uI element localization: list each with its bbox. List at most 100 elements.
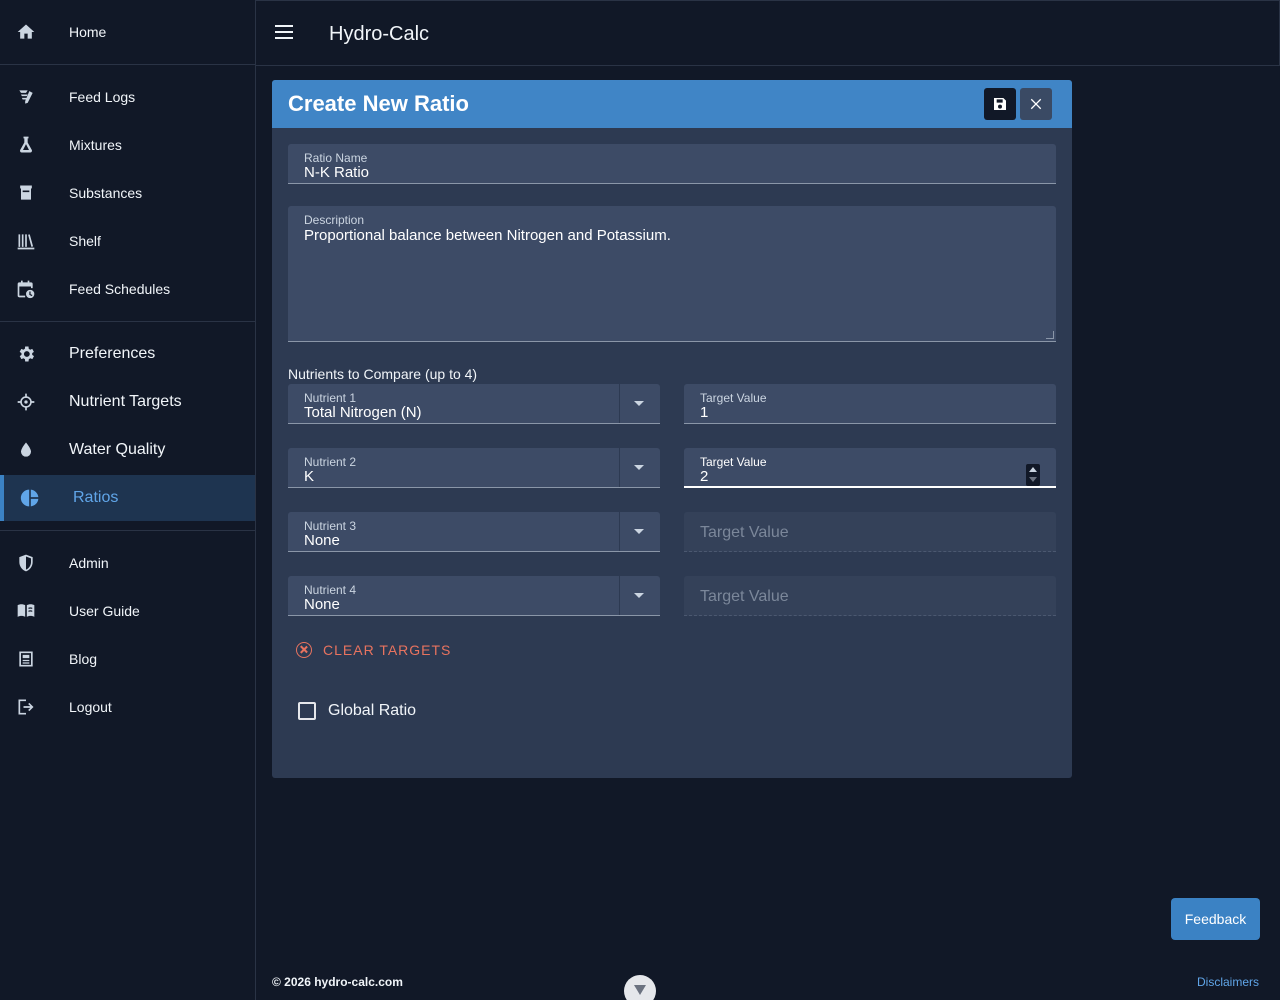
gear-icon [16,344,36,364]
disclaimers-link[interactable]: Disclaimers [1197,975,1259,989]
home-icon [16,22,36,42]
global-ratio-checkbox-row[interactable]: Global Ratio [298,702,416,720]
newspaper-icon [16,649,36,669]
sidebar-item-feed-logs[interactable]: Feed Logs [0,74,255,120]
nutrient-4-value: None [304,596,340,613]
target-value-2-label: Target Value [700,455,767,469]
description-label: Description [304,213,365,227]
nutrients-section-label: Nutrients to Compare (up to 4) [288,366,478,382]
save-button[interactable] [984,88,1016,120]
app-title: Hydro-Calc [329,23,430,45]
target-value-2-value: 2 [700,468,709,485]
target-value-4-placeholder: Target Value [700,588,789,605]
nutrient-2-select[interactable]: Nutrient 2 K [288,448,660,488]
select-divider [619,384,620,423]
ratio-name-label: Ratio Name [304,151,368,165]
sidebar-item-label: Nutrient Targets [69,393,182,410]
sidebar-item-blog[interactable]: Blog [0,636,255,682]
nutrient-2-label: Nutrient 2 [304,455,357,469]
spin-down-icon[interactable] [1029,477,1037,482]
close-button[interactable] [1020,88,1052,120]
copyright-text: © 2026 hydro-calc.com [272,975,403,989]
save-icon [994,98,1006,110]
sidebar-item-label: Feed Schedules [69,281,171,297]
card-title: Create New Ratio [288,91,469,116]
card-header: Create New Ratio [272,80,1072,128]
target-value-4-input: Target Value [684,576,1056,616]
ratio-name-value: N-K Ratio [304,164,370,181]
sidebar-item-label: Admin [69,555,109,571]
nutrient-1-select[interactable]: Nutrient 1 Total Nitrogen (N) [288,384,660,424]
shield-icon [16,553,36,573]
chevron-down-icon[interactable] [634,401,644,406]
spin-up-icon[interactable] [1029,467,1037,472]
sidebar-item-admin[interactable]: Admin [0,540,255,586]
sidebar-item-label: Shelf [69,233,101,249]
water-drop-icon [16,440,36,460]
chevron-down-icon[interactable] [634,529,644,534]
calendar-clock-icon [16,279,36,299]
container-icon [16,183,36,203]
create-ratio-card: Create New Ratio Ratio Name N-K Ratio De… [272,80,1072,778]
sidebar-item-home[interactable]: Home [0,9,255,55]
sidebar-item-feed-schedules[interactable]: Feed Schedules [0,266,255,312]
nutrient-2-value: K [304,468,315,485]
select-divider [619,448,620,487]
sidebar-item-label: Logout [69,699,112,715]
sidebar-item-nutrient-targets[interactable]: Nutrient Targets [0,379,255,425]
sidebar-item-preferences[interactable]: Preferences [0,331,255,377]
sidebar-item-label: Blog [69,651,98,667]
sidebar-item-label: Feed Logs [69,89,136,105]
flask-icon [16,135,36,155]
feedback-button[interactable]: Feedback [1171,898,1260,940]
target-value-3-placeholder: Target Value [700,524,789,541]
pie-chart-icon [20,488,40,508]
sidebar-item-label: Water Quality [69,441,166,458]
select-divider [619,576,620,615]
sidebar-item-water-quality[interactable]: Water Quality [0,427,255,473]
global-ratio-checkbox[interactable] [298,702,316,720]
hamburger-menu-icon[interactable] [275,25,295,43]
sidebar-item-label: Mixtures [69,137,122,153]
description-textarea[interactable]: Description Proportional balance between… [288,206,1056,342]
close-icon [1030,98,1042,110]
close-circle-icon [296,642,312,658]
sidebar-item-label: Ratios [73,489,119,506]
nutrient-1-value: Total Nitrogen (N) [304,404,422,421]
sidebar: Home Feed Logs Mixtures Substances Shelf… [0,0,256,1000]
nutrient-4-label: Nutrient 4 [304,583,357,597]
chevron-down-icon[interactable] [634,593,644,598]
nutrient-4-select[interactable]: Nutrient 4 None [288,576,660,616]
target-value-1-input[interactable]: Target Value 1 [684,384,1056,424]
chevron-down-icon[interactable] [634,465,644,470]
sidebar-item-user-guide[interactable]: User Guide [0,588,255,634]
feed-logs-icon [16,87,36,107]
clear-targets-label: CLEAR TARGETS [323,642,452,658]
ratio-name-field[interactable]: Ratio Name N-K Ratio [288,144,1056,184]
sidebar-item-shelf[interactable]: Shelf [0,218,255,264]
sidebar-item-logout[interactable]: Logout [0,684,255,730]
clear-targets-button[interactable]: CLEAR TARGETS [296,638,451,662]
number-spinner[interactable] [1026,464,1040,486]
target-value-2-input[interactable]: Target Value 2 [684,448,1056,488]
select-divider [619,512,620,551]
divider [0,321,255,322]
resize-handle[interactable] [1046,331,1054,339]
nutrient-3-label: Nutrient 3 [304,519,357,533]
sidebar-item-label: Home [69,24,107,40]
sidebar-item-substances[interactable]: Substances [0,170,255,216]
app-bar: Hydro-Calc [256,0,1280,66]
book-icon [16,601,36,621]
global-ratio-label: Global Ratio [328,702,417,719]
shelf-icon [16,231,36,251]
vue-devtools-icon[interactable] [624,975,656,1000]
target-value-1-label: Target Value [700,391,767,405]
sidebar-item-label: Preferences [69,345,156,362]
sidebar-item-ratios[interactable]: Ratios [0,475,255,521]
nutrient-1-label: Nutrient 1 [304,391,357,405]
sidebar-item-mixtures[interactable]: Mixtures [0,122,255,168]
sidebar-item-label: Substances [69,185,143,201]
crosshair-icon [16,392,36,412]
nutrient-3-select[interactable]: Nutrient 3 None [288,512,660,552]
target-value-1-value: 1 [700,404,709,421]
